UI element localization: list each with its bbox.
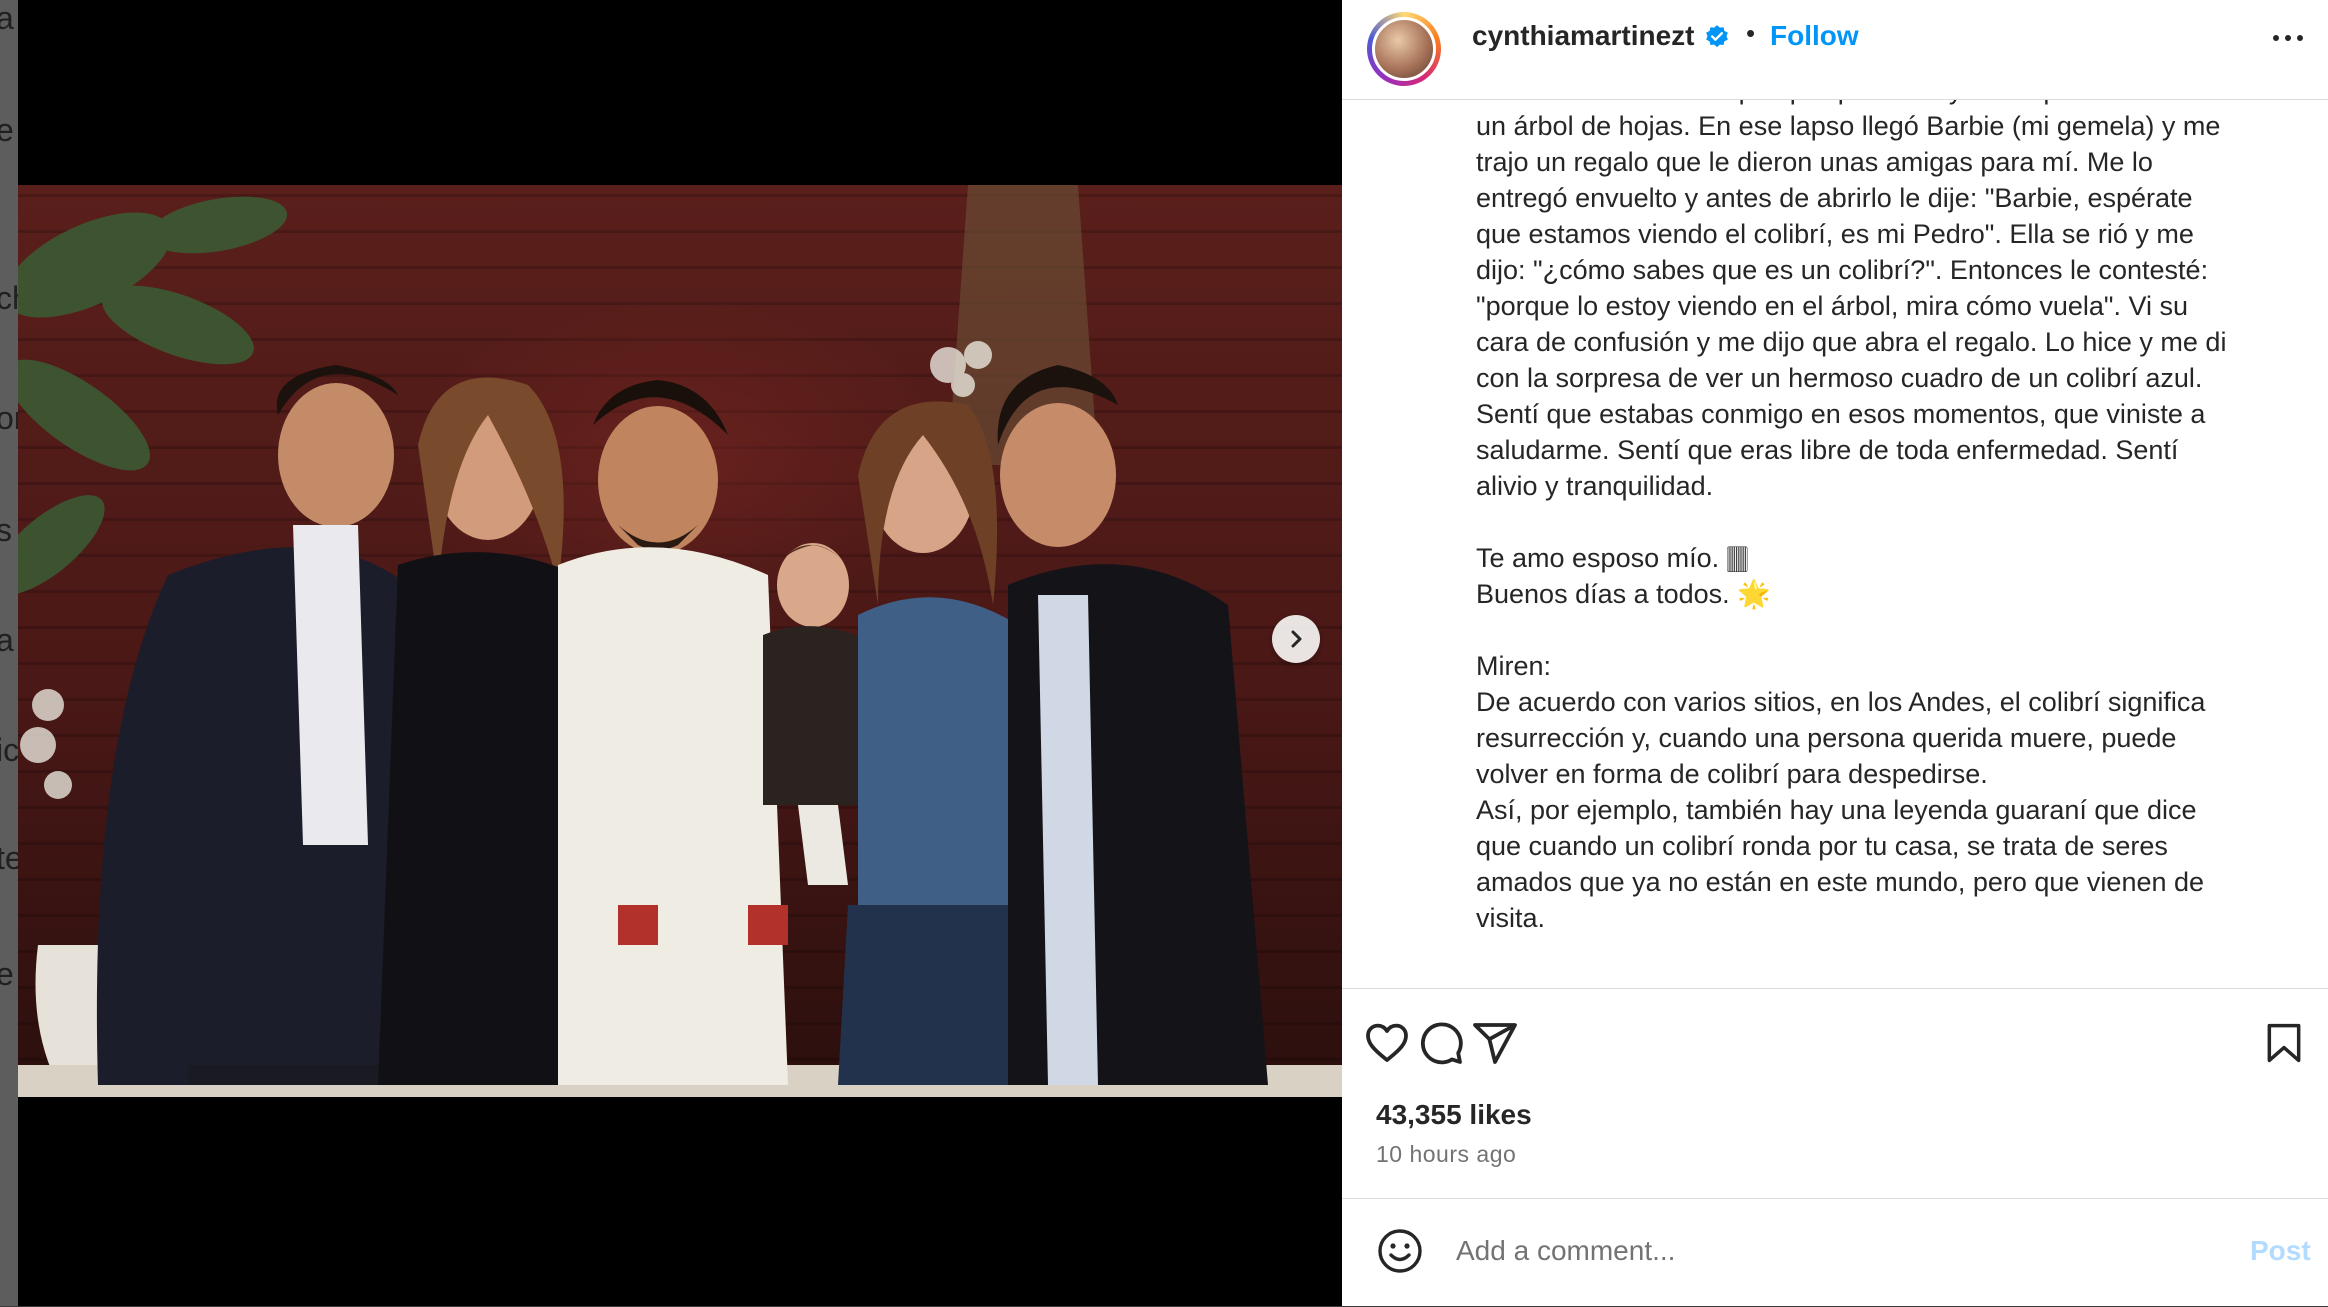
caption-line: Te amo esposo mío. 🀫 xyxy=(1476,543,1749,573)
caption-line: cara de confusión y me dijo que abra el … xyxy=(1476,327,2227,357)
caption-line: Buenos días a todos. 🌟 xyxy=(1476,579,1771,609)
comment-input[interactable] xyxy=(1454,1225,2158,1277)
caption-line: Así, por ejemplo, también hay una leyend… xyxy=(1476,795,2197,825)
chevron-right-icon xyxy=(1291,630,1302,648)
caption-line: entregó envuelto y antes de abrirlo le d… xyxy=(1476,183,2193,213)
caption-blank-line xyxy=(1476,504,2226,540)
separator-dot: • xyxy=(1746,18,1756,48)
avatar-story-ring[interactable] xyxy=(1367,12,1441,86)
action-bar: 43,355 likes 10 hours ago xyxy=(1342,988,2328,1201)
share-send-icon[interactable] xyxy=(1470,1019,1520,1067)
post-photo xyxy=(18,185,1342,1097)
caption-blank-line xyxy=(1476,612,2226,648)
caption-text: nunca veo en esas copas porque no hay fl… xyxy=(1476,100,2226,936)
post-header: cynthiamartinezt • Follow xyxy=(1342,0,2328,100)
username[interactable]: cynthiamartinezt xyxy=(1472,20,1695,52)
caption-line: volver en forma de colibrí para despedir… xyxy=(1476,759,1988,789)
caption-line: dijo: "¿cómo sabes que es un colibrí?". … xyxy=(1476,255,2209,285)
media-panel xyxy=(18,0,1342,1306)
caption-line: con la sorpresa de ver un hermoso cuadro… xyxy=(1476,363,2203,393)
caption-line: Sentí que estabas conmigo en esos moment… xyxy=(1476,399,2206,429)
group-photo-illustration xyxy=(18,185,1342,1097)
caption-line: un árbol de hojas. En ese lapso llegó Ba… xyxy=(1476,111,2221,141)
post-comment-button[interactable]: Post xyxy=(2250,1235,2311,1267)
post-sidebar: cynthiamartinezt • Follow nunca veo en e… xyxy=(1342,0,2328,1306)
caption-scroll-area[interactable]: nunca veo en esas copas porque no hay fl… xyxy=(1476,100,2296,988)
comment-icon[interactable] xyxy=(1416,1019,1466,1067)
caption-line: que cuando un colibrí ronda por tu casa,… xyxy=(1476,831,2168,861)
bookmark-icon[interactable] xyxy=(2262,1019,2306,1067)
like-heart-icon[interactable] xyxy=(1362,1019,1412,1067)
caption-line: "porque lo estoy viendo en el árbol, mir… xyxy=(1476,291,2189,321)
modal-overlay[interactable] xyxy=(0,0,18,1306)
avatar[interactable] xyxy=(1372,17,1436,81)
post-timestamp[interactable]: 10 hours ago xyxy=(1376,1141,1516,1168)
caption-line: alivio y tranquilidad. xyxy=(1476,471,1714,501)
caption-line: amados que ya no están en este mundo, pe… xyxy=(1476,867,2205,897)
next-slide-button[interactable] xyxy=(1272,615,1320,663)
caption-line: Miren: xyxy=(1476,651,1552,681)
emoji-icon[interactable] xyxy=(1376,1227,1424,1275)
caption-line: que estamos viendo el colibrí, es mi Ped… xyxy=(1476,219,2194,249)
caption-line: resurrección y, cuando una persona queri… xyxy=(1476,723,2177,753)
follow-button[interactable]: Follow xyxy=(1770,20,1859,52)
caption-line: visita. xyxy=(1476,903,1546,933)
comment-bar: Post xyxy=(1342,1198,2328,1307)
like-count[interactable]: 43,355 likes xyxy=(1376,1099,1532,1131)
more-options-icon[interactable] xyxy=(2270,26,2306,50)
caption-line: trajo un regalo que le dieron unas amiga… xyxy=(1476,147,2153,177)
caption-line: nunca veo en esas copas porque no hay fl… xyxy=(1476,100,2226,108)
caption-line: De acuerdo con varios sitios, en los And… xyxy=(1476,687,2206,717)
verified-badge-icon xyxy=(1706,25,1728,48)
caption-line: saludarme. Sentí que eras libre de toda … xyxy=(1476,435,2179,465)
